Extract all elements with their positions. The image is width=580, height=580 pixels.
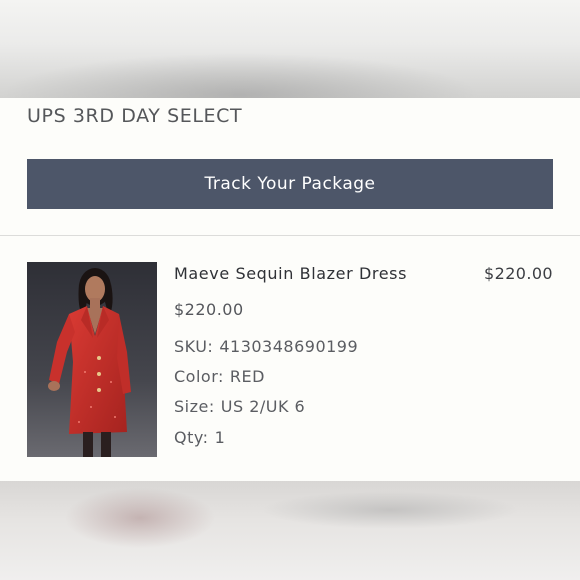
- color-value: RED: [229, 367, 265, 386]
- size-row: Size: US 2/UK 6: [174, 397, 305, 416]
- sku-label: SKU:: [174, 337, 214, 356]
- track-package-button[interactable]: Track Your Package: [27, 159, 553, 209]
- product-name[interactable]: Maeve Sequin Blazer Dress: [174, 264, 407, 283]
- track-package-button-label: Track Your Package: [204, 174, 376, 194]
- blurred-background-blob: [40, 488, 240, 558]
- size-label: Size:: [174, 397, 215, 416]
- quantity-row: Qty: 1: [174, 428, 225, 447]
- color-row: Color: RED: [174, 367, 265, 386]
- product-price: $220.00: [174, 300, 244, 319]
- blurred-background-blob: [220, 490, 560, 540]
- quantity-value: 1: [214, 428, 226, 447]
- product-photo: [27, 262, 157, 457]
- sku-row: SKU: 4130348690199: [174, 337, 358, 356]
- divider: [0, 235, 580, 236]
- sku-value: 4130348690199: [219, 337, 359, 356]
- size-value: US 2/UK 6: [220, 397, 306, 416]
- quantity-label: Qty:: [174, 428, 209, 447]
- shipping-method: UPS 3RD DAY SELECT: [27, 105, 243, 127]
- product-image[interactable]: [27, 262, 157, 457]
- color-label: Color:: [174, 367, 224, 386]
- line-total: $220.00: [484, 264, 553, 283]
- order-card: UPS 3RD DAY SELECT Track Your Package Ma…: [0, 98, 580, 481]
